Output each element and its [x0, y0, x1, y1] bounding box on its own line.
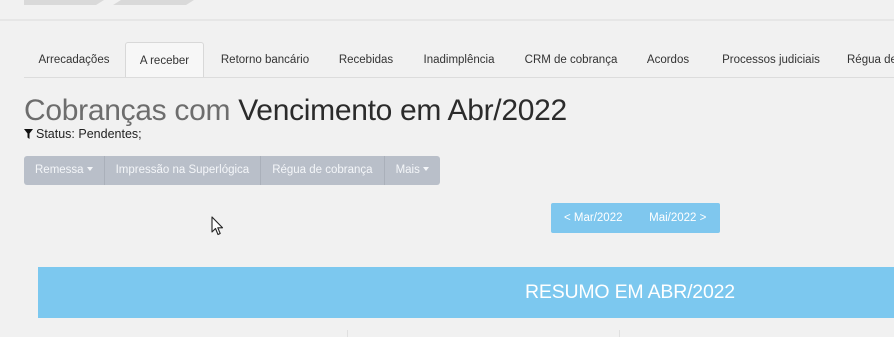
caret-down-icon	[422, 167, 429, 171]
tab-acordos[interactable]: Acordos	[631, 42, 705, 77]
tab-regua-de[interactable]: Régua de	[837, 42, 894, 77]
header-divider	[0, 19, 894, 21]
page-title-prefix: Cobranças com	[24, 94, 231, 127]
filter-icon	[24, 129, 33, 139]
tab-bar: Arrecadações A receber Retorno bancário …	[24, 42, 894, 78]
page-title-period: Vencimento em Abr/2022	[238, 94, 567, 127]
page-title: Cobranças com Vencimento em Abr/2022	[24, 93, 567, 129]
mais-dropdown-button[interactable]: Mais	[385, 156, 440, 185]
tab-inadimplencia[interactable]: Inadimplência	[407, 42, 511, 77]
summary-title: RESUMO EM ABR/2022	[525, 281, 735, 303]
action-button-group: Remessa Impressão na Superlógica Régua d…	[24, 156, 440, 185]
mais-label: Mais	[395, 164, 420, 176]
previous-month-button[interactable]: < Mar/2022	[551, 203, 636, 233]
next-month-button[interactable]: Mai/2022 >	[636, 203, 721, 233]
caret-down-icon	[86, 167, 93, 171]
month-navigation: < Mar/2022 Mai/2022 >	[551, 203, 720, 233]
top-decorative-shapes	[24, 0, 194, 5]
regua-de-cobranca-button[interactable]: Régua de cobrança	[261, 156, 385, 185]
tab-processos-judiciais[interactable]: Processos judiciais	[706, 42, 836, 77]
impressao-superlogica-button[interactable]: Impressão na Superlógica	[105, 156, 262, 185]
tab-arrecadacoes[interactable]: Arrecadações	[24, 42, 124, 77]
tab-retorno-bancario[interactable]: Retorno bancário	[205, 42, 325, 77]
summary-banner: RESUMO EM ABR/2022	[38, 267, 894, 318]
tab-a-receber[interactable]: A receber	[125, 42, 204, 77]
remessa-dropdown-button[interactable]: Remessa	[24, 156, 105, 185]
column-divider	[619, 330, 620, 337]
remessa-label: Remessa	[35, 164, 84, 176]
column-divider	[347, 330, 348, 337]
filter-text: Status: Pendentes;	[36, 127, 142, 141]
active-filter: Status: Pendentes;	[24, 127, 142, 141]
tab-crm-de-cobranca[interactable]: CRM de cobrança	[512, 42, 630, 77]
mouse-cursor-icon	[211, 216, 224, 236]
tab-recebidas[interactable]: Recebidas	[326, 42, 406, 77]
